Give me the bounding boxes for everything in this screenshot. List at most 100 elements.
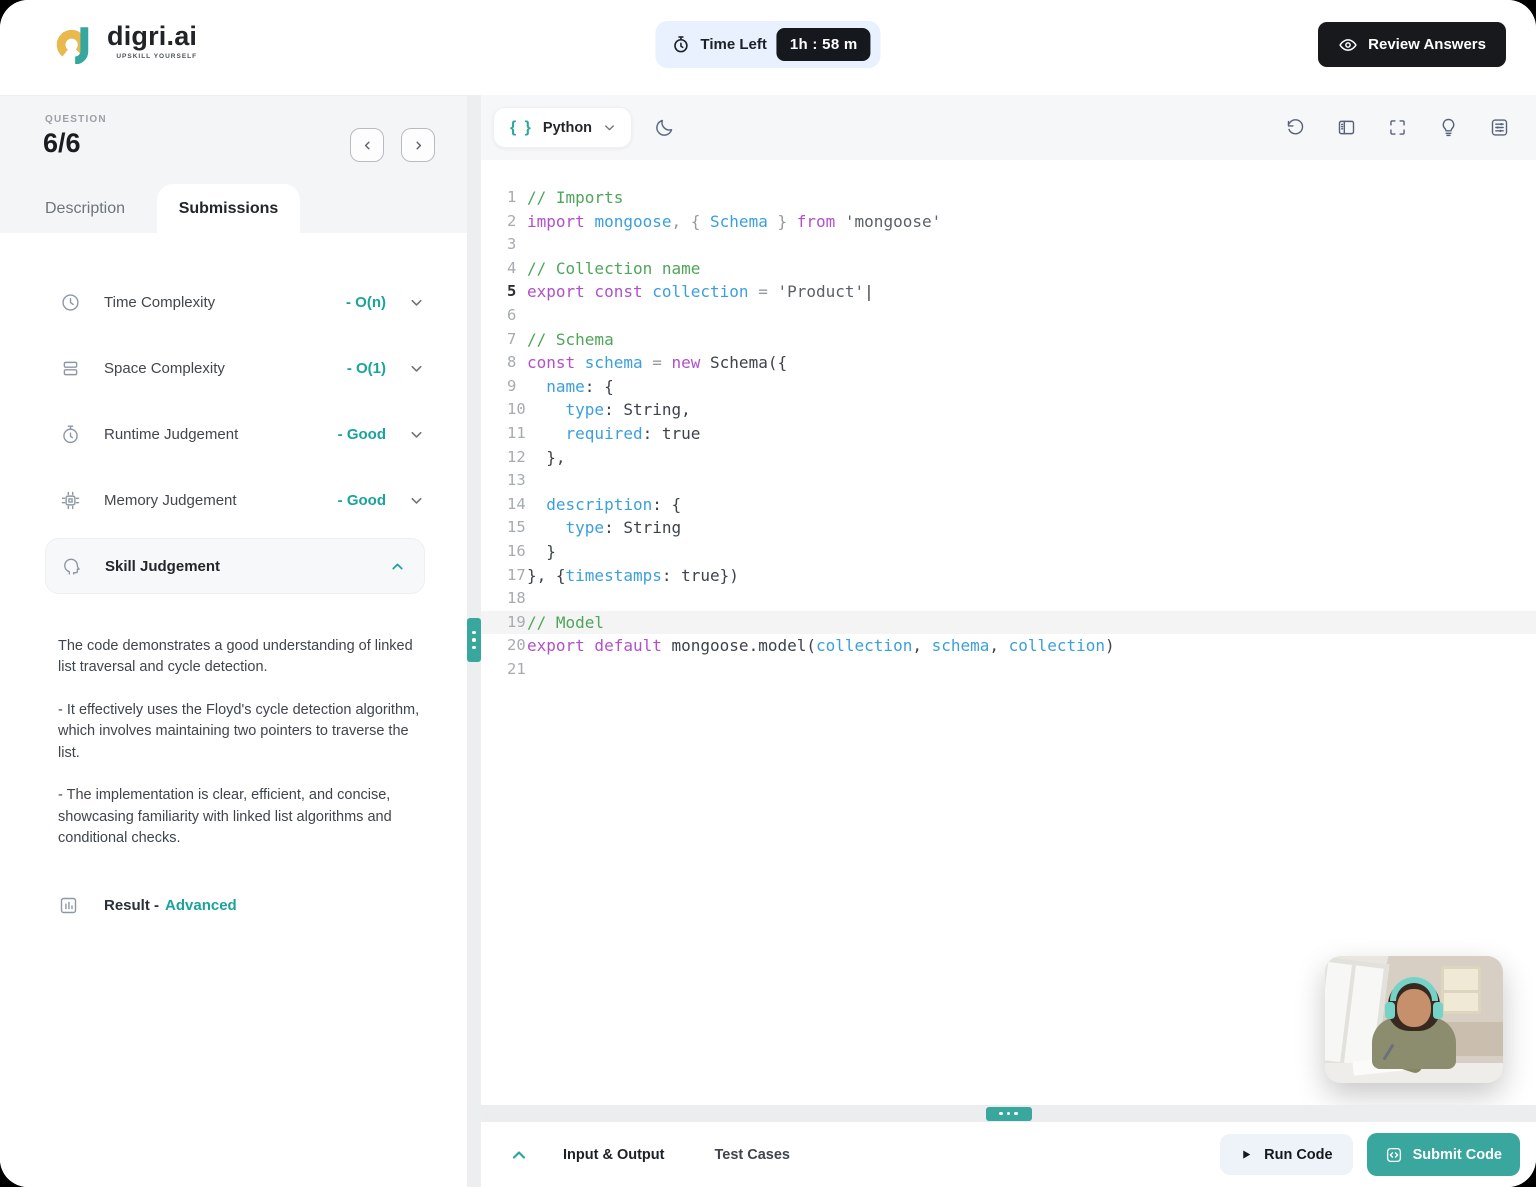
- code-text: type: String,: [527, 398, 691, 422]
- tab-input-output[interactable]: Input & Output: [563, 1147, 664, 1163]
- code-line[interactable]: 16 }: [481, 540, 1536, 564]
- line-number: 17: [481, 564, 527, 588]
- tab-submissions[interactable]: Submissions: [157, 184, 300, 234]
- line-number: 5: [481, 280, 527, 304]
- fullscreen-icon[interactable]: [1387, 117, 1408, 138]
- skill-judgement-text: The code demonstrates a good understandi…: [0, 608, 467, 850]
- run-code-button[interactable]: Run Code: [1220, 1134, 1352, 1175]
- chevron-down-icon[interactable]: [408, 426, 425, 443]
- previous-question-button[interactable]: [350, 128, 384, 162]
- sidebar-resize-handle[interactable]: [467, 618, 481, 662]
- code-text: }: [527, 540, 556, 564]
- metric-row[interactable]: Memory Judgement- Good: [0, 467, 467, 533]
- metrics-list: Time Complexity- O(n) Space Complexity - O…: [0, 233, 467, 594]
- tab-description[interactable]: Description: [45, 200, 125, 218]
- logo-tagline: UPSKILL YOURSELF: [116, 53, 197, 60]
- line-number: 1: [481, 186, 527, 210]
- code-line[interactable]: 15 type: String: [481, 516, 1536, 540]
- code-line[interactable]: 12 },: [481, 446, 1536, 470]
- line-number: 18: [481, 587, 527, 611]
- split-panel-icon[interactable]: [1336, 117, 1357, 138]
- next-question-button[interactable]: [401, 128, 435, 162]
- code-line[interactable]: 7// Schema: [481, 328, 1536, 352]
- expand-console-button[interactable]: [509, 1145, 529, 1165]
- code-line[interactable]: 13: [481, 469, 1536, 493]
- code-line[interactable]: 17}, {timestamps: true}): [481, 564, 1536, 588]
- review-answers-button[interactable]: Review Answers: [1318, 22, 1506, 67]
- code-line[interactable]: 10 type: String,: [481, 398, 1536, 422]
- submissions-panel: Time Complexity- O(n) Space Complexity - O…: [0, 233, 467, 1187]
- tab-test-cases[interactable]: Test Cases: [714, 1147, 790, 1163]
- code-text: export default mongoose.model(collection…: [527, 634, 1115, 658]
- metric-value: - Good: [338, 426, 386, 443]
- code-line[interactable]: 8const schema = new Schema({: [481, 351, 1536, 375]
- metric-label: Memory Judgement: [104, 492, 237, 509]
- code-line[interactable]: 5export const collection = 'Product'|: [481, 280, 1536, 304]
- code-editor: { } Python 1// Imports2import mongoose, …: [481, 95, 1536, 1105]
- line-number: 20: [481, 634, 527, 658]
- result-row: Result - Advanced: [0, 871, 467, 916]
- metric-label: Space Complexity: [104, 360, 225, 377]
- reset-icon[interactable]: [1285, 117, 1306, 138]
- console-resize-handle[interactable]: [986, 1107, 1032, 1121]
- play-icon: [1240, 1148, 1253, 1161]
- code-text: description: {: [527, 493, 681, 517]
- line-number: 6: [481, 304, 527, 328]
- code-line[interactable]: 14 description: {: [481, 493, 1536, 517]
- submit-code-button[interactable]: Submit Code: [1367, 1133, 1520, 1176]
- code-line[interactable]: 11 required: true: [481, 422, 1536, 446]
- code-braces-icon: { }: [510, 119, 533, 137]
- code-line[interactable]: 20export default mongoose.model(collecti…: [481, 634, 1536, 658]
- code-line[interactable]: 3: [481, 233, 1536, 257]
- line-number: 9: [481, 375, 527, 399]
- line-number: 4: [481, 257, 527, 281]
- dark-mode-toggle[interactable]: [654, 117, 675, 138]
- code-text: const schema = new Schema({: [527, 351, 787, 375]
- line-number: 2: [481, 210, 527, 234]
- editor-toolbar: { } Python: [481, 95, 1536, 160]
- review-answers-label: Review Answers: [1368, 36, 1486, 53]
- language-label: Python: [543, 120, 592, 136]
- time-left-label: Time Left: [700, 36, 766, 53]
- editor-toolbar-icons: [1285, 117, 1510, 138]
- chevron-down-icon[interactable]: [408, 294, 425, 311]
- eye-icon: [1338, 35, 1358, 55]
- question-header: QUESTION 6/6 Description Submissions: [0, 95, 467, 233]
- code-line[interactable]: 6: [481, 304, 1536, 328]
- metric-label: Runtime Judgement: [104, 426, 238, 443]
- code-line[interactable]: 2import mongoose, { Schema } from 'mongo…: [481, 210, 1536, 234]
- chip-icon: [60, 490, 82, 511]
- skill-paragraph: - It effectively uses the Floyd's cycle …: [58, 700, 427, 764]
- chevron-down-icon[interactable]: [408, 360, 425, 377]
- result-label: Result -: [104, 897, 159, 914]
- metric-label: Skill Judgement: [105, 558, 220, 575]
- metric-row[interactable]: Runtime Judgement - Good: [0, 401, 467, 467]
- metric-value: - O(1): [347, 360, 386, 377]
- question-counter: 6/6: [43, 128, 81, 159]
- chevron-down-icon[interactable]: [408, 492, 425, 509]
- skill-paragraph: The code demonstrates a good understandi…: [58, 636, 427, 679]
- language-select[interactable]: { } Python: [493, 107, 632, 148]
- line-number: 13: [481, 469, 527, 493]
- hint-bulb-icon[interactable]: [1438, 117, 1459, 138]
- line-number: 15: [481, 516, 527, 540]
- line-number: 7: [481, 328, 527, 352]
- webcam-video[interactable]: [1325, 956, 1503, 1083]
- app-window: digri.ai UPSKILL YOURSELF Time Left 1h :…: [0, 0, 1536, 1187]
- code-line[interactable]: 19// Model: [481, 611, 1536, 635]
- code-line[interactable]: 21: [481, 658, 1536, 682]
- metric-row[interactable]: Time Complexity- O(n): [0, 269, 467, 335]
- logo[interactable]: digri.ai UPSKILL YOURSELF: [55, 22, 197, 64]
- metric-row[interactable]: Space Complexity - O(1): [0, 335, 467, 401]
- top-header: digri.ai UPSKILL YOURSELF Time Left 1h :…: [0, 0, 1536, 95]
- code-line[interactable]: 4// Collection name: [481, 257, 1536, 281]
- metric-row-skill-judgement[interactable]: Skill Judgement: [45, 538, 425, 594]
- code-text: name: {: [527, 375, 614, 399]
- code-line[interactable]: 1// Imports: [481, 186, 1536, 210]
- code-line[interactable]: 9 name: {: [481, 375, 1536, 399]
- code-line[interactable]: 18: [481, 587, 1536, 611]
- code-text: // Schema: [527, 328, 614, 352]
- chevron-up-icon[interactable]: [389, 558, 406, 575]
- head-icon: [61, 556, 83, 577]
- settings-icon[interactable]: [1489, 117, 1510, 138]
